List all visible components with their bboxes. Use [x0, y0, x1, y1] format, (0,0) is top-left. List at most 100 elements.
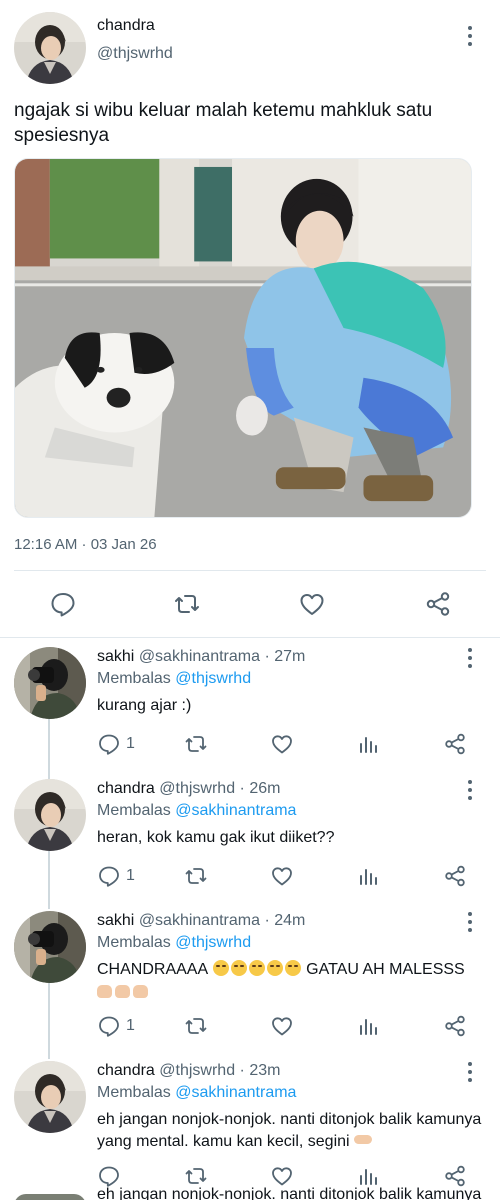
avatar[interactable]	[14, 647, 86, 719]
more-vertical-icon[interactable]	[466, 780, 474, 800]
tweet-action-bar	[0, 584, 500, 624]
reply-icon[interactable]	[49, 590, 77, 618]
reply-text: kurang ajar :)	[97, 697, 192, 714]
heart-icon[interactable]	[298, 590, 326, 618]
reply-tweet[interactable]: chandra @thjswrhd · 23m Membalas @sakhin…	[0, 1061, 500, 1191]
more-vertical-icon[interactable]	[466, 26, 474, 46]
photo-person-with-dog	[15, 159, 471, 517]
reply-text-part: CHANDRAAAA	[97, 961, 208, 978]
reply-text-part: GATAU AH MALESSS	[306, 961, 465, 978]
replying-label: Membalas	[97, 802, 171, 819]
heart-icon[interactable]	[270, 732, 294, 756]
mention-link[interactable]: @thjswrhd	[175, 670, 251, 687]
cutoff-reply-text: eh jangan nonjok-nonjok. nanti ditonjok …	[97, 1186, 482, 1200]
mention-link[interactable]: @sakhinantrama	[175, 1084, 296, 1101]
divider	[0, 637, 500, 638]
reply-time[interactable]: 24m	[274, 912, 305, 929]
replying-to: Membalas @sakhinantrama	[97, 801, 296, 821]
share-icon[interactable]	[443, 1014, 467, 1038]
reply-author-handle[interactable]: @thjswrhd	[159, 1062, 235, 1079]
reply-tweet[interactable]: chandra @thjswrhd · 26m Membalas @sakhin…	[0, 779, 500, 899]
reply-text: CHANDRAAAA GATAU AH MALESSS	[97, 959, 482, 1003]
replying-label: Membalas	[97, 1084, 171, 1101]
more-vertical-icon[interactable]	[466, 1062, 474, 1082]
heart-icon[interactable]	[270, 1014, 294, 1038]
replying-to: Membalas @sakhinantrama	[97, 1083, 296, 1103]
tweet-timestamp[interactable]: 12:16 AM · 03 Jan 26	[14, 536, 157, 553]
reply-text: eh jangan nonjok-nonjok. nanti ditonjok …	[97, 1109, 482, 1153]
replying-label: Membalas	[97, 934, 171, 951]
views-icon[interactable]	[357, 864, 381, 888]
replying-to: Membalas @thjswrhd	[97, 933, 251, 953]
tweet-photo[interactable]	[14, 158, 472, 518]
reply-tweet[interactable]: sakhi @sakhinantrama · 24m Membalas @thj…	[0, 911, 500, 1051]
reply-header: chandra @thjswrhd · 26m	[97, 779, 280, 799]
avatar-sakhi-image	[14, 647, 86, 719]
reply-time[interactable]: 23m	[249, 1062, 280, 1079]
reply-text-body: eh jangan nonjok-nonjok. nanti ditonjok …	[97, 1111, 482, 1150]
divider	[14, 570, 486, 571]
separator-dot: ·	[235, 1062, 250, 1079]
reply-icon[interactable]	[97, 732, 121, 756]
reply-author-handle[interactable]: @sakhinantrama	[139, 648, 260, 665]
heart-icon[interactable]	[270, 864, 294, 888]
reply-author-handle[interactable]: @sakhinantrama	[139, 912, 260, 929]
share-icon[interactable]	[443, 864, 467, 888]
retweet-icon[interactable]	[184, 732, 208, 756]
reply-action-bar: 1	[0, 864, 500, 890]
share-icon[interactable]	[443, 732, 467, 756]
share-icon[interactable]	[443, 1164, 467, 1188]
avatar[interactable]	[14, 1061, 86, 1133]
more-vertical-icon[interactable]	[466, 912, 474, 932]
more-vertical-icon[interactable]	[466, 648, 474, 668]
reply-author-name[interactable]: chandra	[97, 1062, 155, 1079]
avatar-chandra-image	[14, 779, 86, 851]
mention-link[interactable]: @sakhinantrama	[175, 802, 296, 819]
pinching-hand-icon	[353, 1135, 372, 1144]
reply-author-name[interactable]: sakhi	[97, 648, 134, 665]
separator-dot: ·	[235, 780, 250, 797]
reply-action-bar: 1	[0, 732, 500, 758]
separator-dot: ·	[260, 648, 275, 665]
retweet-icon[interactable]	[173, 590, 201, 618]
reply-icon[interactable]	[97, 1014, 121, 1038]
reply-icon[interactable]	[97, 864, 121, 888]
avatar-chandra-image	[14, 12, 86, 84]
avatar-chandra-image	[14, 1061, 86, 1133]
replying-to: Membalas @thjswrhd	[97, 669, 251, 689]
reply-count: 1	[126, 867, 135, 884]
reply-action-bar: 1	[0, 1014, 500, 1040]
avatar[interactable]	[14, 911, 86, 983]
retweet-icon[interactable]	[184, 1014, 208, 1038]
avatar[interactable]	[14, 779, 86, 851]
replying-label: Membalas	[97, 670, 171, 687]
author-name[interactable]: chandra	[97, 17, 155, 35]
reply-header: sakhi @sakhinantrama · 24m	[97, 911, 305, 931]
avatar[interactable]	[14, 12, 86, 84]
reply-tweet[interactable]: sakhi @sakhinantrama · 27m Membalas @thj…	[0, 647, 500, 767]
retweet-icon[interactable]	[184, 1164, 208, 1188]
reply-header: chandra @thjswrhd · 23m	[97, 1061, 280, 1081]
retweet-icon[interactable]	[184, 864, 208, 888]
reply-time[interactable]: 26m	[249, 780, 280, 797]
mention-link[interactable]: @thjswrhd	[175, 934, 251, 951]
reply-icon[interactable]	[97, 1164, 121, 1188]
reply-count: 1	[126, 735, 135, 752]
reply-author-handle[interactable]: @thjswrhd	[159, 780, 235, 797]
reply-author-name[interactable]: sakhi	[97, 912, 134, 929]
separator-dot: ·	[260, 912, 275, 929]
fist-emoji-icon	[97, 983, 151, 1000]
reply-text: heran, kok kamu gak ikut diiket??	[97, 829, 335, 846]
views-icon[interactable]	[357, 1164, 381, 1188]
heart-icon[interactable]	[270, 1164, 294, 1188]
views-icon[interactable]	[357, 1014, 381, 1038]
tweet-text: ngajak si wibu keluar malah ketemu mahkl…	[14, 100, 433, 146]
reply-time[interactable]: 27m	[274, 648, 305, 665]
avatar-sakhi-image	[14, 911, 86, 983]
avatar[interactable]	[14, 1194, 86, 1200]
main-tweet-header: chandra @thjswrhd	[14, 12, 486, 84]
author-handle[interactable]: @thjswrhd	[97, 45, 173, 63]
reply-author-name[interactable]: chandra	[97, 780, 155, 797]
views-icon[interactable]	[357, 732, 381, 756]
share-icon[interactable]	[424, 590, 452, 618]
